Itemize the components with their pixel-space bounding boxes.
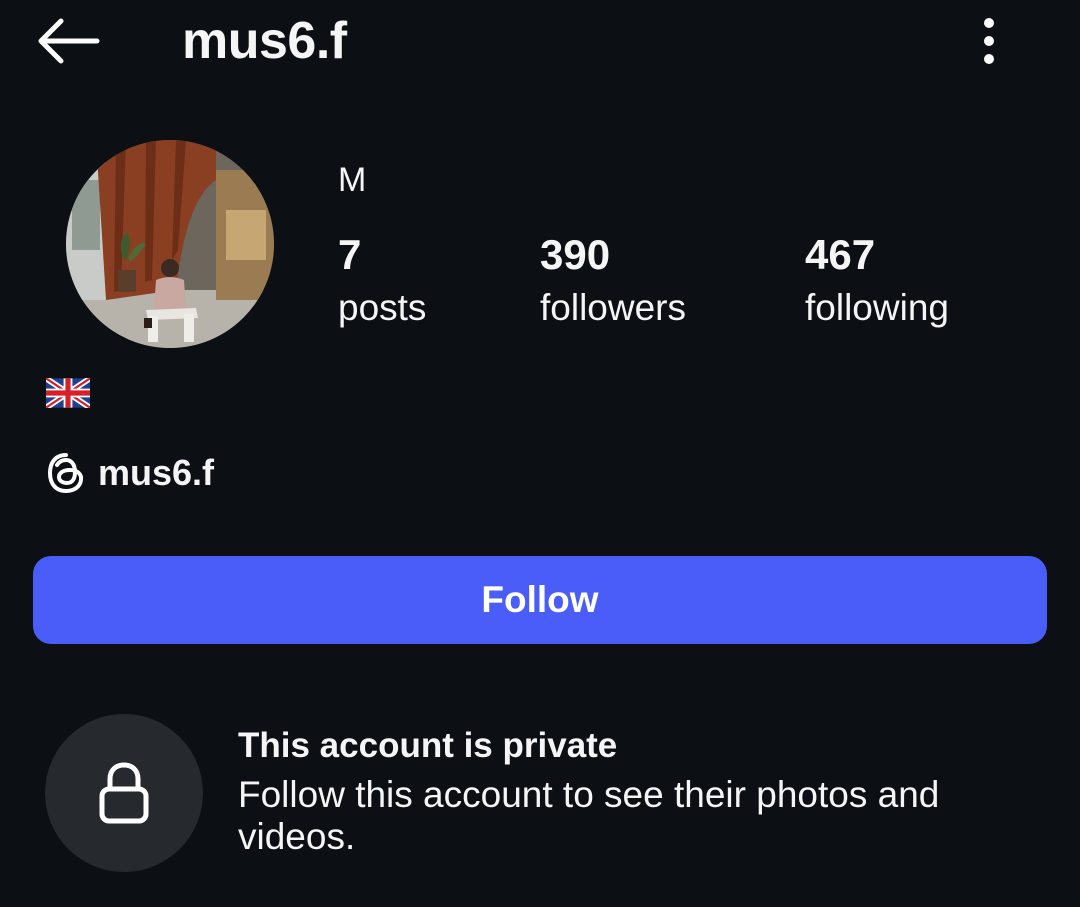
uk-flag-icon xyxy=(44,375,92,411)
following-label: following xyxy=(805,287,949,328)
more-vertical-icon xyxy=(984,18,994,64)
posts-label: posts xyxy=(338,287,427,328)
followers-stat[interactable]: 390 followers xyxy=(540,230,686,332)
lock-icon-container xyxy=(45,714,203,872)
following-stat[interactable]: 467 following xyxy=(805,230,949,332)
back-button[interactable] xyxy=(28,12,108,70)
threads-link[interactable]: mus6.f xyxy=(46,450,214,496)
threads-icon xyxy=(48,453,84,493)
arrow-left-icon xyxy=(38,18,100,64)
lock-icon xyxy=(99,762,149,824)
follow-button[interactable]: Follow xyxy=(33,556,1047,644)
posts-stat[interactable]: 7 posts xyxy=(338,230,426,332)
profile-display-name: M xyxy=(338,161,367,199)
threads-handle: mus6.f xyxy=(98,452,215,493)
more-options-button[interactable] xyxy=(960,8,1018,74)
private-account-title: This account is private xyxy=(238,726,618,765)
followers-count: 390 xyxy=(540,231,611,278)
followers-label: followers xyxy=(540,287,686,328)
avatar[interactable] xyxy=(66,140,274,348)
page-title: mus6.f xyxy=(182,12,347,70)
following-count: 467 xyxy=(805,231,876,278)
private-account-description: Follow this account to see their photos … xyxy=(238,774,940,857)
posts-count: 7 xyxy=(338,231,362,278)
avatar-image xyxy=(66,140,274,348)
